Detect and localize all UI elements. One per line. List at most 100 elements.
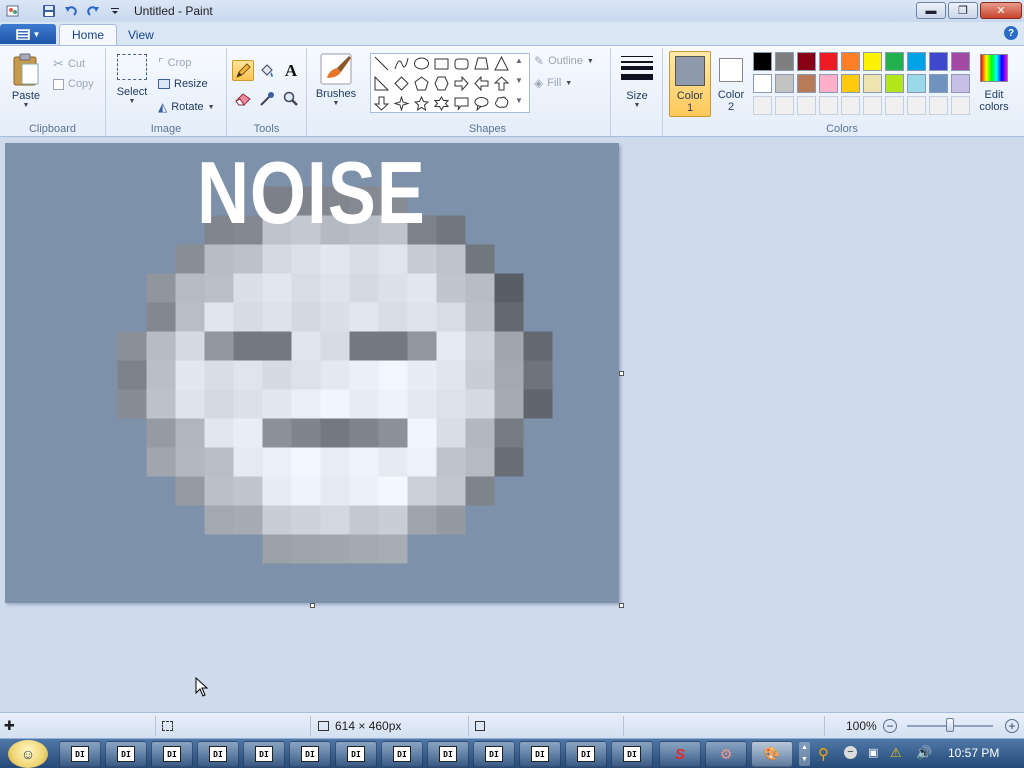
resize-handle-bottom[interactable] xyxy=(310,603,315,608)
minimize-button[interactable]: ▬ xyxy=(916,2,946,19)
save-icon[interactable] xyxy=(40,2,58,20)
taskbar-app-paint-palette[interactable]: ⚙ xyxy=(705,741,747,767)
tab-home[interactable]: Home xyxy=(59,24,118,45)
shapes-scroll-down[interactable]: ▼ xyxy=(515,76,523,85)
palette-swatch[interactable] xyxy=(907,96,926,115)
palette-swatch[interactable] xyxy=(753,74,772,93)
palette-swatch[interactable] xyxy=(929,74,948,93)
five-point-star-shape-icon[interactable] xyxy=(412,94,431,113)
crop-button[interactable]: ⌜ Crop xyxy=(158,56,191,70)
taskbar-window-button[interactable]: DI xyxy=(151,741,193,767)
oval-callout-shape-icon[interactable] xyxy=(472,94,491,113)
palette-swatch[interactable] xyxy=(841,96,860,115)
right-arrow-shape-icon[interactable] xyxy=(452,74,471,93)
restore-button[interactable]: ❐ xyxy=(948,2,978,19)
palette-swatch[interactable] xyxy=(753,52,772,71)
palette-swatch[interactable] xyxy=(907,74,926,93)
taskbar-scroll[interactable]: ▲ ▼ xyxy=(799,742,810,766)
taskbar-window-button[interactable]: DI xyxy=(381,741,423,767)
palette-swatch[interactable] xyxy=(797,96,816,115)
taskbar-window-button[interactable]: DI xyxy=(59,741,101,767)
help-icon[interactable]: ? xyxy=(1004,26,1018,40)
taskbar-window-button[interactable]: DI xyxy=(519,741,561,767)
resize-button[interactable]: Resize xyxy=(158,78,208,90)
oval-shape-icon[interactable] xyxy=(412,54,431,73)
color-picker-icon[interactable] xyxy=(256,88,278,109)
rotate-button[interactable]: ◭ Rotate ▼ xyxy=(158,100,215,114)
palette-swatch[interactable] xyxy=(819,96,838,115)
diamond-shape-icon[interactable] xyxy=(392,74,411,93)
paint-menu-button[interactable]: ▼ xyxy=(0,24,56,44)
palette-swatch[interactable] xyxy=(819,74,838,93)
palette-swatch[interactable] xyxy=(819,52,838,71)
taskbar-window-button[interactable]: DI xyxy=(289,741,331,767)
undo-icon[interactable] xyxy=(62,2,80,20)
palette-swatch[interactable] xyxy=(863,52,882,71)
curve-shape-icon[interactable] xyxy=(392,54,411,73)
start-button[interactable]: ☺ xyxy=(8,740,48,768)
palette-swatch[interactable] xyxy=(841,52,860,71)
taskbar-clock[interactable]: 10:57 PM xyxy=(948,746,999,760)
shapes-scroll-up[interactable]: ▲ xyxy=(515,56,523,65)
eraser-icon[interactable] xyxy=(232,88,254,109)
taskbar-window-button[interactable]: DI xyxy=(611,741,653,767)
palette-swatch[interactable] xyxy=(951,96,970,115)
brushes-button[interactable]: Brushes ▼ xyxy=(313,52,359,107)
resize-handle-right[interactable] xyxy=(619,371,624,376)
color1-button[interactable]: Color 1 xyxy=(669,51,711,117)
palette-swatch[interactable] xyxy=(797,74,816,93)
palette-swatch[interactable] xyxy=(775,74,794,93)
magnifier-icon[interactable] xyxy=(280,88,302,109)
network-error-icon[interactable]: ▣ xyxy=(868,746,878,759)
left-arrow-shape-icon[interactable] xyxy=(472,74,491,93)
palette-swatch[interactable] xyxy=(951,52,970,71)
fill-button[interactable]: ◈ Fill ▼ xyxy=(534,76,572,90)
drawing-workspace[interactable]: NOISE xyxy=(0,137,1024,712)
cut-button[interactable]: ✂ Cut xyxy=(53,56,85,72)
shapes-more[interactable]: ▼ xyxy=(515,96,523,105)
four-point-star-shape-icon[interactable] xyxy=(392,94,411,113)
taskbar-window-button[interactable]: DI xyxy=(197,741,239,767)
resize-handle-corner[interactable] xyxy=(619,603,624,608)
copy-button[interactable]: Copy xyxy=(53,78,94,90)
warning-icon[interactable]: ⚠ xyxy=(890,745,902,761)
line-shape-icon[interactable] xyxy=(372,54,391,73)
volume-icon[interactable]: 🔊 xyxy=(916,745,932,761)
palette-swatch[interactable] xyxy=(885,52,904,71)
palette-swatch[interactable] xyxy=(951,74,970,93)
hexagon-shape-icon[interactable] xyxy=(432,74,451,93)
size-button[interactable]: Size ▼ xyxy=(617,54,657,109)
edit-colors-button[interactable]: Edit colors xyxy=(975,51,1015,117)
six-point-star-shape-icon[interactable] xyxy=(432,94,451,113)
taskbar-window-button[interactable]: DI xyxy=(565,741,607,767)
rect-callout-shape-icon[interactable] xyxy=(452,94,471,113)
taskbar-app-paint[interactable]: 🎨 xyxy=(751,741,793,767)
palette-swatch[interactable] xyxy=(885,96,904,115)
select-button[interactable]: Select ▼ xyxy=(112,54,152,105)
palette-swatch[interactable] xyxy=(841,74,860,93)
rectangle-shape-icon[interactable] xyxy=(432,54,451,73)
redo-icon[interactable] xyxy=(84,2,102,20)
cloud-callout-shape-icon[interactable] xyxy=(492,94,511,113)
fill-bucket-icon[interactable] xyxy=(256,60,278,81)
minus-circle-icon[interactable]: − xyxy=(844,746,857,759)
right-triangle-shape-icon[interactable] xyxy=(372,74,391,93)
taskbar-window-button[interactable]: DI xyxy=(427,741,469,767)
customize-qat-icon[interactable] xyxy=(106,2,124,20)
tab-view[interactable]: View xyxy=(116,24,166,45)
up-arrow-shape-icon[interactable] xyxy=(492,74,511,93)
zoom-out-button[interactable]: − xyxy=(883,719,897,733)
down-arrow-shape-icon[interactable] xyxy=(372,94,391,113)
taskbar-window-button[interactable]: DI xyxy=(473,741,515,767)
palette-swatch[interactable] xyxy=(929,96,948,115)
text-icon[interactable]: A xyxy=(280,60,302,81)
outline-button[interactable]: ✎ Outline ▼ xyxy=(534,54,594,68)
palette-swatch[interactable] xyxy=(753,96,772,115)
taskbar-window-button[interactable]: DI xyxy=(243,741,285,767)
zoom-in-button[interactable]: + xyxy=(1005,719,1019,733)
rounded-rectangle-shape-icon[interactable] xyxy=(452,54,471,73)
pentagon-shape-icon[interactable] xyxy=(412,74,431,93)
pencil-icon[interactable] xyxy=(232,60,254,81)
palette-swatch[interactable] xyxy=(885,74,904,93)
polygon-shape-icon[interactable] xyxy=(472,54,491,73)
